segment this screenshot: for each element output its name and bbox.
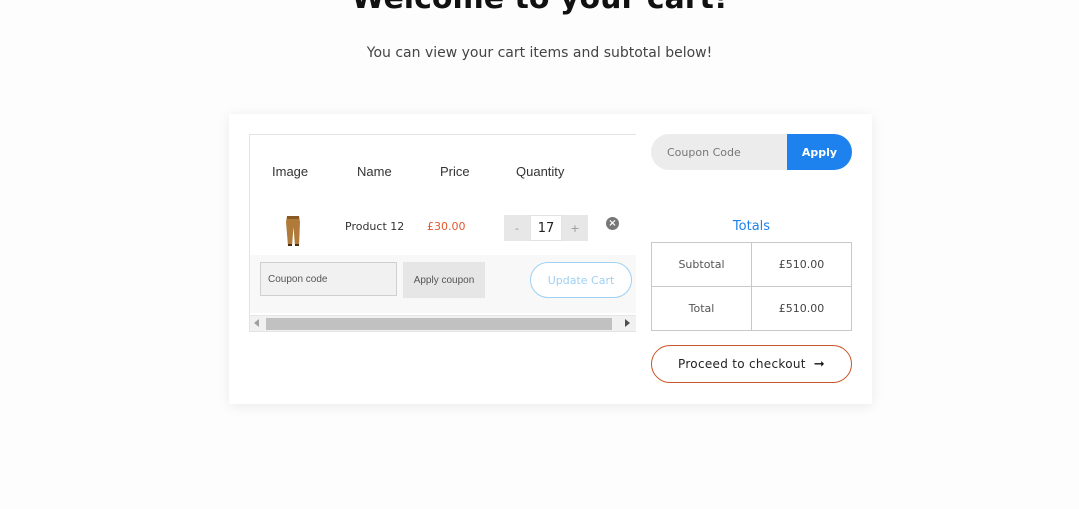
scroll-right-arrow-icon[interactable]	[625, 319, 630, 327]
cart-card: Image Name Price Quantity Product 12 £30…	[229, 114, 872, 404]
arrow-right-icon: ➞	[813, 356, 825, 372]
subtotal-row: Subtotal £510.00	[651, 242, 852, 287]
product-image[interactable]	[284, 215, 302, 247]
total-label: Total	[651, 286, 752, 331]
column-header-price: Price	[440, 164, 470, 179]
apply-coupon-button[interactable]: Apply coupon	[403, 262, 485, 298]
total-value: £510.00	[751, 286, 852, 331]
cart-table: Image Name Price Quantity Product 12 £30…	[249, 134, 636, 332]
page-subtitle: You can view your cart items and subtota…	[366, 45, 713, 61]
totals-heading: Totals	[732, 219, 771, 234]
checkout-label: Proceed to checkout	[678, 357, 806, 371]
subtotal-value: £510.00	[751, 242, 852, 287]
page-title: Welcome to your cart!	[0, 0, 1079, 16]
column-header-image: Image	[272, 164, 309, 179]
column-header-name: Name	[357, 164, 392, 179]
cart-page: Welcome to your cart! You can view your …	[0, 0, 1079, 509]
coupon-code-input[interactable]: Coupon code	[260, 262, 397, 296]
subtotal-label: Subtotal	[651, 242, 752, 287]
product-name[interactable]: Product 12	[345, 220, 404, 233]
decrement-button[interactable]: -	[504, 215, 530, 241]
quantity-stepper: - 17 +	[504, 215, 588, 241]
coupon-code-field[interactable]: Coupon Code	[651, 134, 791, 170]
product-price: £30.00	[427, 220, 466, 233]
totals-table: Subtotal £510.00 Total £510.00	[651, 242, 852, 331]
cart-actions: Coupon code Apply coupon Update Cart	[250, 255, 636, 313]
update-cart-button[interactable]: Update Cart	[530, 262, 632, 298]
proceed-to-checkout-button[interactable]: Proceed to checkout ➞	[651, 345, 852, 383]
quantity-input[interactable]: 17	[530, 215, 562, 241]
apply-button[interactable]: Apply	[787, 134, 852, 170]
column-header-quantity: Quantity	[516, 164, 565, 179]
increment-button[interactable]: +	[562, 215, 588, 241]
scrollbar-thumb[interactable]	[266, 318, 612, 330]
total-row: Total £510.00	[651, 286, 852, 331]
scroll-left-arrow-icon[interactable]	[254, 319, 259, 327]
remove-item-icon[interactable]: ×	[606, 217, 619, 230]
horizontal-scrollbar[interactable]	[250, 315, 636, 331]
